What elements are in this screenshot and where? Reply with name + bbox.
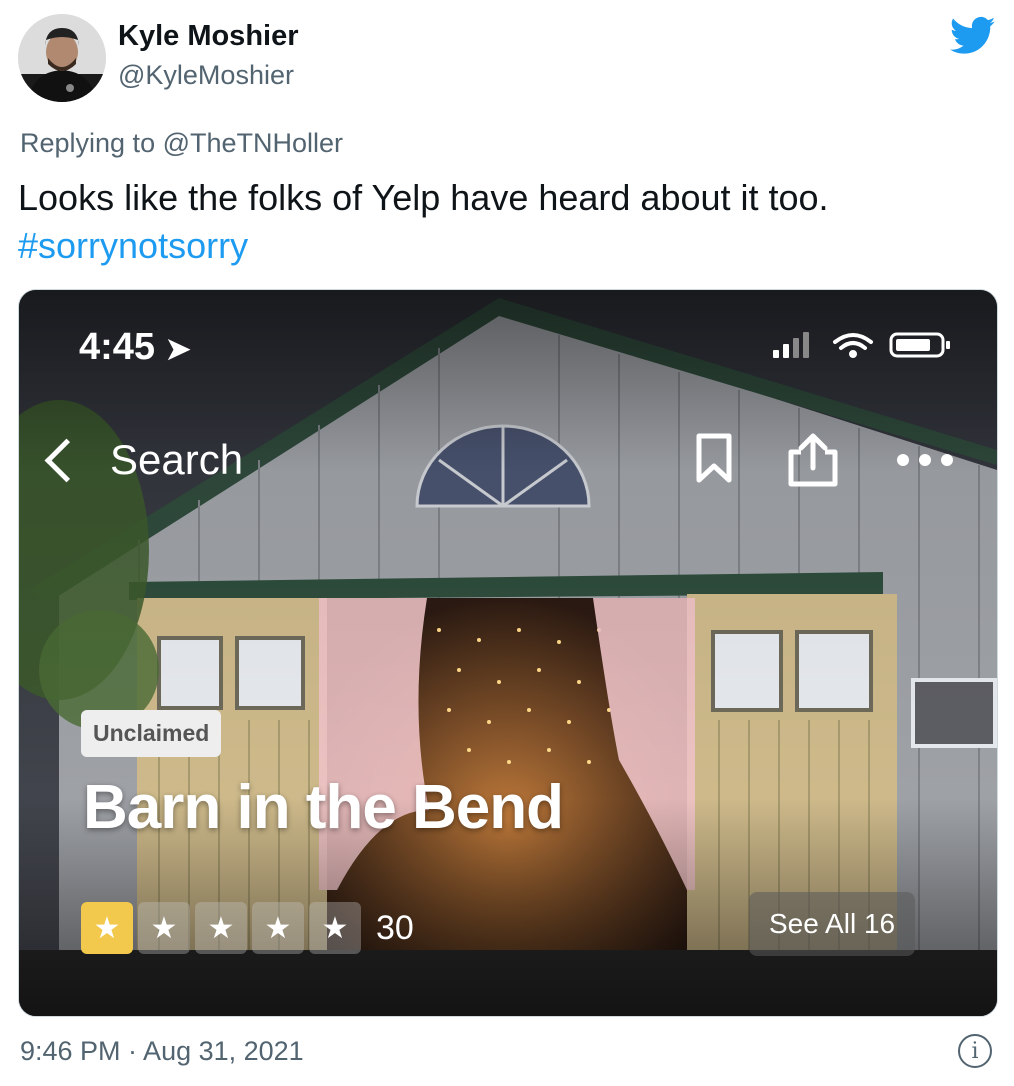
tweet-text: Looks like the folks of Yelp have heard … [18, 174, 998, 270]
star-icon: ★ [252, 902, 304, 954]
review-count[interactable]: 30 [376, 909, 414, 948]
star-icon: ★ [138, 902, 190, 954]
status-bar-icons [773, 332, 950, 358]
wifi-icon [833, 333, 873, 358]
star-icon: ★ [309, 902, 361, 954]
star-icon: ★ [81, 902, 133, 954]
share-icon[interactable] [783, 432, 843, 490]
status-time-text: 4:45 [79, 326, 156, 368]
info-icon[interactable]: i [958, 1034, 992, 1068]
location-arrow-icon: ➤ [165, 333, 191, 366]
more-options-icon[interactable] [895, 452, 955, 468]
hashtag-link[interactable]: #sorrynotsorry [18, 222, 998, 270]
battery-icon [889, 332, 950, 358]
replying-prefix: Replying to [20, 128, 163, 158]
author-name[interactable]: Kyle Moshier [118, 20, 299, 53]
status-bar-time: 4:45 ➤ [79, 326, 191, 369]
chevron-left-icon [44, 438, 89, 482]
attached-screenshot[interactable]: 4:45 ➤ Search Unclaimed Barn in the Bend… [18, 289, 998, 1017]
business-name: Barn in the Bend [83, 773, 564, 842]
see-all-photos-button[interactable]: See All 16 [749, 892, 916, 956]
cellular-signal-icon [773, 332, 809, 358]
author-avatar[interactable] [18, 14, 106, 102]
bookmark-icon[interactable] [693, 432, 735, 484]
back-label: Search [110, 436, 244, 483]
replying-to-handle[interactable]: @TheTNHoller [163, 128, 343, 158]
tweet-body: Looks like the folks of Yelp have heard … [18, 177, 829, 218]
rating-stars: ★ ★ ★ ★ ★ 30 [81, 902, 414, 954]
unclaimed-badge: Unclaimed [81, 710, 222, 757]
tweet-timestamp[interactable]: 9:46 PM · Aug 31, 2021 [20, 1036, 304, 1067]
twitter-bird-icon [950, 16, 996, 54]
replying-to-line: Replying to @TheTNHoller [20, 128, 343, 159]
back-button[interactable]: Search [41, 436, 243, 484]
author-handle[interactable]: @KyleMoshier [118, 60, 294, 91]
star-icon: ★ [195, 902, 247, 954]
